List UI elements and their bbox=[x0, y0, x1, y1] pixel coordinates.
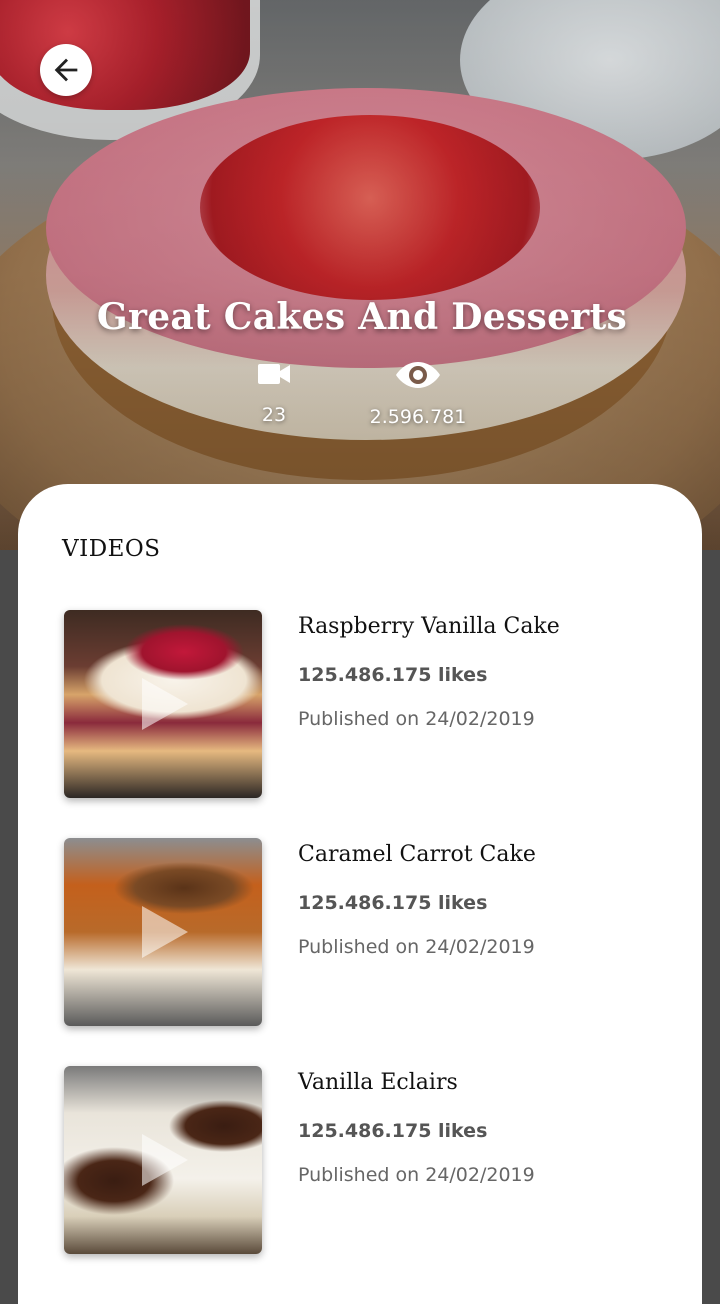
video-list-item[interactable]: Vanilla Eclairs 125.486.175 likes Publis… bbox=[64, 1066, 664, 1254]
section-title: VIDEOS bbox=[62, 536, 161, 562]
video-list-item[interactable]: Caramel Carrot Cake 125.486.175 likes Pu… bbox=[64, 838, 664, 1026]
video-thumbnail[interactable] bbox=[64, 838, 262, 1026]
videos-card: VIDEOS Raspberry Vanilla Cake 125.486.17… bbox=[18, 484, 702, 1304]
video-published-date: Published on 24/02/2019 bbox=[298, 708, 535, 730]
video-published-date: Published on 24/02/2019 bbox=[298, 936, 535, 958]
arrow-left-icon bbox=[54, 58, 78, 82]
video-camera-icon bbox=[258, 364, 290, 384]
video-likes: 125.486.175 likes bbox=[298, 1120, 488, 1142]
play-icon bbox=[142, 1134, 188, 1186]
video-thumbnail[interactable] bbox=[64, 610, 262, 798]
video-likes: 125.486.175 likes bbox=[298, 892, 488, 914]
video-title[interactable]: Raspberry Vanilla Cake bbox=[298, 614, 560, 639]
back-button[interactable] bbox=[40, 44, 92, 96]
play-icon bbox=[142, 678, 188, 730]
view-count-stat: 2.596.781 bbox=[358, 360, 478, 428]
hero-banner: Great Cakes And Desserts 23 2.596.781 bbox=[0, 0, 720, 550]
page-title: Great Cakes And Desserts bbox=[96, 296, 628, 338]
video-count: 23 bbox=[261, 404, 287, 426]
eye-icon bbox=[396, 362, 440, 388]
play-icon bbox=[142, 906, 188, 958]
video-title[interactable]: Vanilla Eclairs bbox=[298, 1070, 458, 1095]
video-count-stat: 23 bbox=[234, 362, 314, 426]
video-list-item[interactable]: Raspberry Vanilla Cake 125.486.175 likes… bbox=[64, 610, 664, 798]
video-likes: 125.486.175 likes bbox=[298, 664, 488, 686]
hero-image-overlay bbox=[0, 0, 720, 550]
video-published-date: Published on 24/02/2019 bbox=[298, 1164, 535, 1186]
video-thumbnail[interactable] bbox=[64, 1066, 262, 1254]
video-title[interactable]: Caramel Carrot Cake bbox=[298, 842, 536, 867]
view-count: 2.596.781 bbox=[369, 406, 467, 428]
